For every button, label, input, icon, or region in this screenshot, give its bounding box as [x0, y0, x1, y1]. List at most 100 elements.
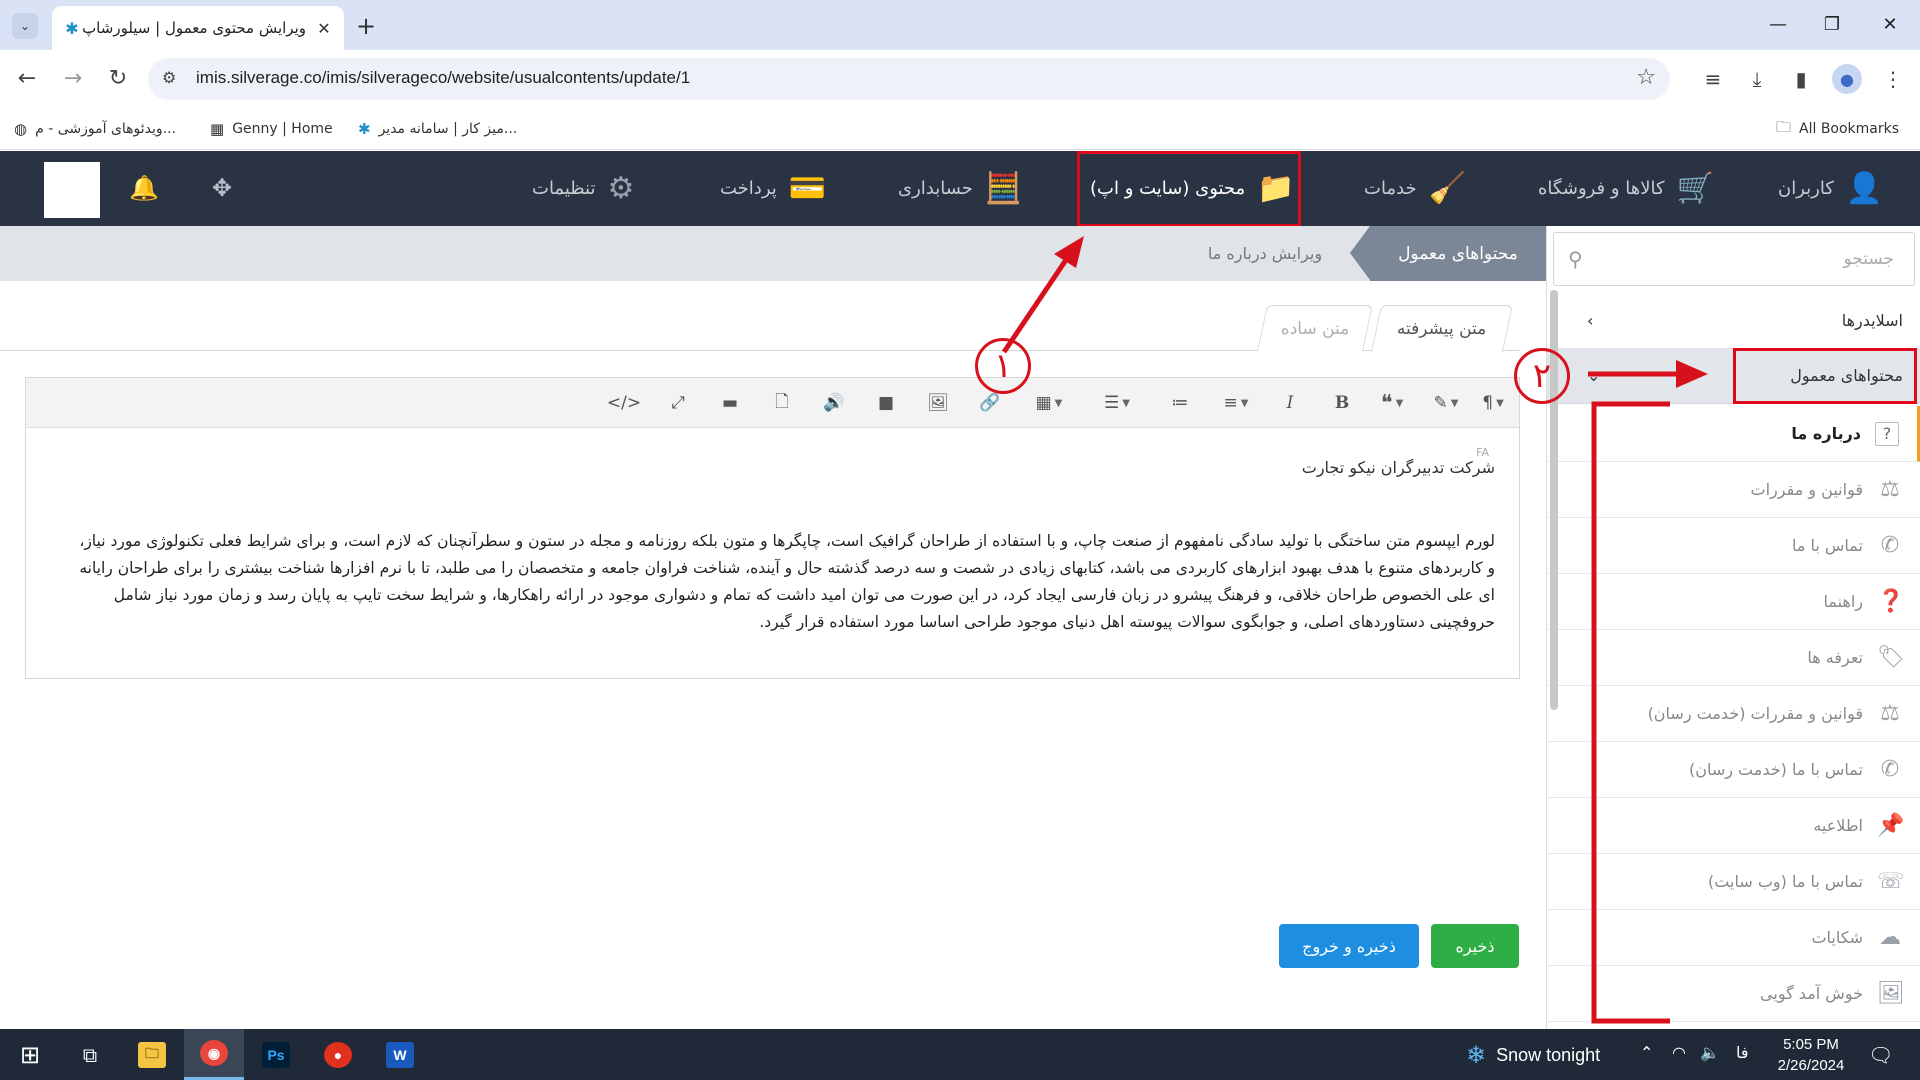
nav-products[interactable]: 🛒 کالاها و فروشگاه: [1538, 151, 1714, 226]
back-arrow-icon[interactable]: ←: [12, 64, 42, 94]
task-view-icon[interactable]: ⧉: [60, 1029, 120, 1080]
image-insert-icon[interactable]: 🖼: [924, 390, 952, 416]
bookmark-item[interactable]: ◍ ویدئوهای آموزشی - م...: [14, 116, 176, 142]
sidebar-group-label: اسلایدرها: [1841, 310, 1903, 330]
file-explorer-icon[interactable]: 🗀: [122, 1029, 182, 1080]
person-icon: ●: [1840, 69, 1854, 89]
sidebar-item-label: درباره ما: [1791, 424, 1861, 443]
wifi-icon[interactable]: ◠: [1672, 1043, 1686, 1062]
bookmark-item[interactable]: ✱ میز کار | سامانه مدیر...: [358, 116, 517, 142]
bookmark-item[interactable]: ▦ Genny | Home: [210, 116, 333, 142]
nav-settings[interactable]: ⚙ تنظیمات: [532, 151, 634, 226]
quote-icon[interactable]: ❝ ▼: [1372, 390, 1412, 416]
app-logo[interactable]: [44, 162, 100, 218]
nav-payment[interactable]: 💳 پرداخت: [720, 151, 826, 226]
editor-toolbar: </> ⤢ ▬ 🗋 🔊 ■ 🖼 🔗 ▦ ▼ ☰ ▼ ≔ ≡ ▼ I B ❝ ▼ ✎ ▼ ¶…: [26, 378, 1519, 428]
file-icon[interactable]: 🗋: [768, 390, 796, 416]
close-window-button[interactable]: ✕: [1870, 10, 1910, 40]
sidebar-item-announcement[interactable]: اطلاعیه 📌: [1547, 798, 1920, 854]
download-icon[interactable]: ⤓: [1742, 64, 1772, 94]
save-exit-button-label: ذخیره و خروج: [1302, 936, 1396, 956]
bookmark-star-icon[interactable]: ☆: [1636, 65, 1656, 90]
sidebar-item-guide[interactable]: راهنما ❓: [1547, 574, 1920, 630]
search-input[interactable]: [1594, 243, 1894, 275]
save-and-exit-button[interactable]: ذخیره و خروج: [1279, 924, 1419, 968]
input-language[interactable]: فا: [1736, 1043, 1749, 1062]
magic-wand-icon[interactable]: ✎ ▼: [1426, 390, 1466, 416]
volume-icon[interactable]: 🔈: [1700, 1043, 1720, 1062]
new-tab-button[interactable]: +: [352, 12, 380, 40]
code-view-icon[interactable]: </>: [607, 390, 641, 416]
word-icon[interactable]: W: [370, 1029, 430, 1080]
gears-icon: ⚙: [607, 171, 635, 206]
close-tab-icon[interactable]: ✕: [314, 19, 334, 38]
bookmark-label: میز کار | سامانه مدیر...: [378, 121, 518, 137]
breadcrumb-label: ویرایش درباره ما: [1207, 244, 1323, 263]
notification-icon[interactable]: 🗨: [1868, 1043, 1893, 1067]
sidebar-item-rules[interactable]: قوانین و مقررات ⚖: [1547, 462, 1920, 518]
reload-icon[interactable]: ↻: [103, 64, 133, 94]
bold-icon[interactable]: B: [1328, 390, 1356, 416]
crosshair-icon[interactable]: ✥: [206, 174, 238, 206]
numbered-list-icon[interactable]: ≔: [1166, 390, 1194, 416]
sidebar-item-contact-website[interactable]: تماس با ما (وب سایت) ☏: [1547, 854, 1920, 910]
browser-menu-icon[interactable]: ⋮: [1878, 64, 1908, 94]
sidebar-item-welcome[interactable]: خوش آمد گویی 🖼: [1547, 966, 1920, 1022]
sidebar-item-contact[interactable]: تماس با ما ✆: [1547, 518, 1920, 574]
annotation-step-one: ١: [975, 338, 1031, 394]
sidebar-item-complaints[interactable]: شکایات ☁: [1547, 910, 1920, 966]
editor-content[interactable]: FA شرکت تدبیرگران نیکو تجارت لورم ایپسوم…: [26, 428, 1519, 678]
minimize-button[interactable]: —: [1758, 10, 1798, 40]
system-clock[interactable]: 5:05 PM 2/26/2024: [1766, 1034, 1856, 1076]
restore-button[interactable]: ❐: [1812, 10, 1852, 40]
nav-users[interactable]: 👤 کاربران: [1778, 151, 1883, 226]
usual-contents-highlight: [1733, 348, 1917, 404]
audio-icon[interactable]: 🔊: [820, 390, 848, 416]
nav-label: کاربران: [1778, 178, 1834, 199]
sidebar-item-label: تماس با ما: [1791, 536, 1863, 555]
table-icon[interactable]: ▦ ▼: [1026, 390, 1072, 416]
video-icon[interactable]: ■: [872, 390, 900, 416]
sidebar-item-label: قوانین و مقررات: [1750, 480, 1863, 499]
chevron-down-icon: ⌄: [1587, 366, 1601, 385]
media-control-icon[interactable]: ≡: [1698, 64, 1728, 94]
silverage-icon: ✱: [358, 120, 371, 138]
sidebar-item-tariffs[interactable]: تعرفه ها 🏷: [1547, 630, 1920, 686]
nav-accounting[interactable]: 🧮 حسابداری: [898, 151, 1022, 226]
tab-plain-text[interactable]: متن ساده: [1257, 305, 1373, 351]
weather-widget[interactable]: ❄ Snow tonight: [1466, 1041, 1600, 1070]
tab-search-button[interactable]: ⌄: [12, 13, 38, 39]
browser-tab[interactable]: ✱ ویرایش محتوی معمول | سیلورشاپ ✕: [52, 6, 344, 50]
bell-icon[interactable]: 🔔: [128, 174, 160, 206]
italic-icon[interactable]: I: [1276, 390, 1304, 416]
site-info-icon[interactable]: ⚙: [162, 68, 176, 87]
sidebar-group-sliders[interactable]: ‹ اسلایدرها: [1547, 292, 1920, 348]
windows-start-icon[interactable]: ⊞: [0, 1029, 60, 1080]
profile-avatar[interactable]: ●: [1832, 64, 1862, 94]
tab-advanced-text[interactable]: متن پیشرفته: [1371, 305, 1513, 352]
chevron-up-icon[interactable]: ⌃: [1640, 1043, 1653, 1062]
fullscreen-icon[interactable]: ⤢: [664, 390, 692, 416]
paragraph-icon[interactable]: ¶ ▼: [1476, 390, 1510, 416]
all-bookmarks[interactable]: 🗀 All Bookmarks: [1776, 116, 1899, 142]
screen-recorder-icon[interactable]: ●: [308, 1029, 368, 1080]
side-panel-icon[interactable]: ▮: [1786, 64, 1816, 94]
nav-services[interactable]: 🧹 خدمات: [1364, 151, 1466, 226]
forward-arrow-icon[interactable]: →: [58, 64, 88, 94]
horizontal-rule-icon[interactable]: ▬: [716, 390, 744, 416]
sidebar-item-about-us[interactable]: درباره ما ?: [1547, 406, 1920, 462]
photoshop-icon[interactable]: Ps: [246, 1029, 306, 1080]
scale-icon: ⚖: [1880, 701, 1900, 726]
align-icon[interactable]: ≡ ▼: [1216, 390, 1256, 416]
sidebar-item-rules-provider[interactable]: قوانین و مقررات (خدمت رسان) ⚖: [1547, 686, 1920, 742]
phone-icon: ✆: [1880, 533, 1900, 558]
sidebar-item-label: خوش آمد گویی: [1760, 984, 1863, 1003]
breadcrumb-usual-contents[interactable]: محتواهای معمول: [1350, 226, 1546, 281]
bullet-list-icon[interactable]: ☰ ▼: [1094, 390, 1140, 416]
sidebar-item-contact-provider[interactable]: تماس با ما (خدمت رسان) ✆: [1547, 742, 1920, 798]
address-bar[interactable]: ⚙ imis.silverage.co/imis/silverageco/web…: [148, 58, 1670, 100]
save-button[interactable]: ذخیره: [1431, 924, 1519, 968]
nav-label: خدمات: [1364, 178, 1417, 199]
chrome-icon[interactable]: ◉: [184, 1029, 244, 1080]
chevron-down-icon: ⌄: [19, 19, 31, 33]
